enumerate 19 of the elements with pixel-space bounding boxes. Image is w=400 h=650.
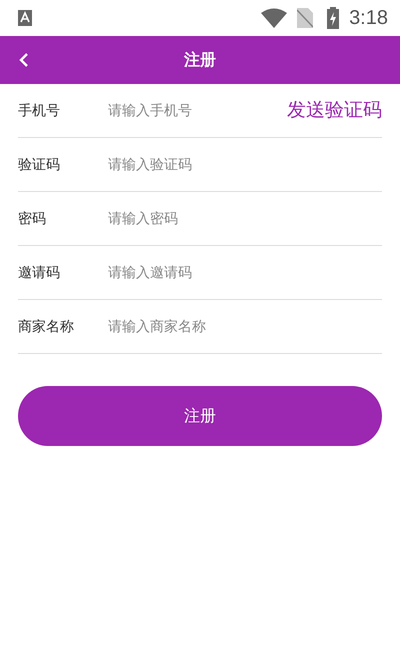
field-label: 密码 [18, 210, 47, 228]
wifi-icon [261, 8, 288, 28]
input-field[interactable]: 请输入商家名称 [108, 314, 382, 338]
field-label: 验证码 [18, 156, 61, 174]
battery-charging-icon [327, 7, 340, 29]
field-label: 手机号 [18, 102, 61, 120]
clock-time: 3:18 [349, 6, 388, 30]
input-field[interactable]: 请输入邀请码 [108, 260, 382, 284]
input-field[interactable]: 请输入手机号 [108, 98, 287, 122]
no-sim-icon [297, 8, 314, 28]
field-label: 商家名称 [18, 318, 75, 336]
page-title: 注册 [184, 50, 216, 70]
send-code-button[interactable]: 发送验证码 [287, 96, 382, 122]
register-button[interactable]: 注册 [18, 386, 382, 446]
input-field[interactable]: 请输入密码 [108, 206, 382, 230]
field-label: 邀请码 [18, 264, 61, 282]
input-field[interactable]: 请输入验证码 [108, 152, 382, 176]
chevron-left-icon [18, 52, 30, 68]
notification-icon [18, 10, 32, 26]
